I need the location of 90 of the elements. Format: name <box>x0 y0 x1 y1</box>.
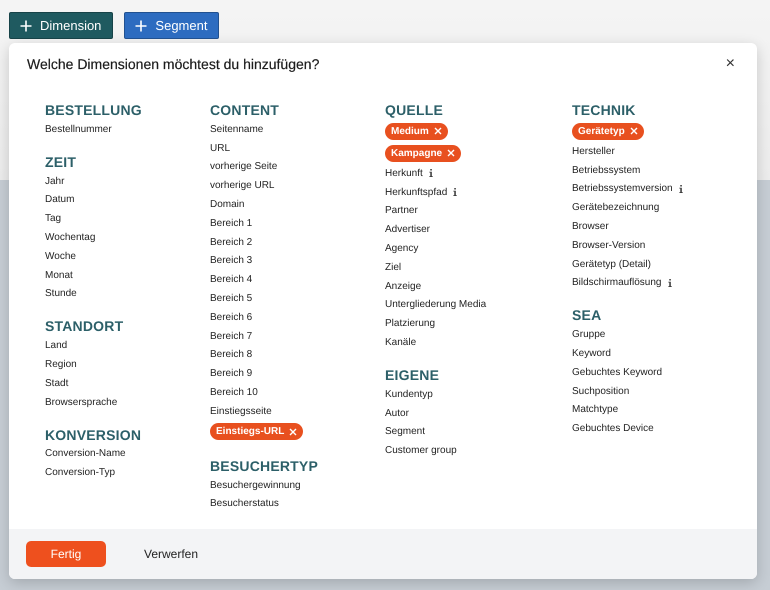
info-icon[interactable] <box>428 169 433 178</box>
selected-dimension-chip[interactable]: Kampagne <box>385 144 462 162</box>
group-heading: BESUCHERTYP <box>210 456 319 476</box>
dimension-item[interactable]: Suchposition <box>572 386 630 397</box>
dimension-item[interactable]: Monat <box>45 270 73 281</box>
dimension-item[interactable]: Bereich 8 <box>210 349 252 360</box>
dimension-item[interactable]: URL <box>210 142 230 154</box>
selected-dimension-chip[interactable]: Einstiegs-URL <box>210 423 304 440</box>
dimension-item[interactable]: Partner <box>385 205 418 216</box>
dimension-item[interactable]: Platzierung <box>385 318 436 330</box>
dimension-item[interactable]: Domain <box>210 199 244 210</box>
dimension-item[interactable]: Bereich 6 <box>210 312 252 323</box>
dimension-item[interactable]: Ziel <box>385 262 402 273</box>
dimension-item[interactable]: Wochentag <box>45 232 96 244</box>
info-icon[interactable] <box>453 188 458 196</box>
selected-dimension-chip[interactable]: Gerätetyp <box>572 122 644 140</box>
dimension-item[interactable]: Bereich 3 <box>210 255 252 266</box>
dimension-item[interactable]: Betriebssystemversion <box>572 183 673 194</box>
dimension-item[interactable]: Advertiser <box>385 224 430 236</box>
dimension-item[interactable]: vorherige URL <box>210 180 274 192</box>
group-heading: BESTELLUNG <box>45 101 143 120</box>
dimension-item[interactable]: Agency <box>385 243 418 254</box>
dimension-item[interactable]: Region <box>45 359 77 370</box>
group-heading: STANDORT <box>45 317 124 336</box>
selected-dimension-chip[interactable]: Medium <box>385 122 448 140</box>
group-heading: QUELLE <box>385 101 444 120</box>
dimension-item[interactable]: Tag <box>45 213 62 224</box>
group-heading: CONTENT <box>210 101 280 120</box>
group-heading: ZEIT <box>45 152 78 172</box>
dimension-item[interactable]: Untergliederung Media <box>385 299 486 310</box>
dimension-item[interactable]: Browser-Version <box>572 240 646 251</box>
plus-icon <box>20 20 32 32</box>
remove-icon[interactable] <box>447 149 456 157</box>
dimension-item[interactable]: Bereich 2 <box>210 236 252 248</box>
dimension-item[interactable]: Bildschirmauflösung <box>572 277 662 288</box>
dimension-item[interactable]: Kundentyp <box>385 388 433 400</box>
dimension-item[interactable]: Bereich 7 <box>210 330 252 342</box>
dialog-title: Welche Dimensionen möchtest du hinzufügen? <box>27 56 320 72</box>
dimension-item[interactable]: Bereich 4 <box>210 274 252 286</box>
dimension-item[interactable]: Gebuchtes Keyword <box>572 366 662 378</box>
group-heading: EIGENE <box>385 366 440 385</box>
dimension-item[interactable]: Gebuchtes Device <box>572 423 654 434</box>
dimension-item[interactable]: Anzeige <box>385 280 422 292</box>
done-button[interactable]: Fertig <box>26 541 106 567</box>
dimension-item[interactable]: Herkunft <box>385 168 423 179</box>
dimension-item[interactable]: Customer group <box>385 445 457 456</box>
info-icon[interactable] <box>668 278 672 287</box>
group-heading: SEA <box>572 306 602 326</box>
dimension-item[interactable]: Stadt <box>45 378 68 389</box>
remove-icon[interactable] <box>434 127 442 135</box>
group-heading: TECHNIK <box>572 101 637 120</box>
dimension-item[interactable]: Seitenname <box>210 124 264 135</box>
dimension-item[interactable]: Browsersprache <box>45 396 118 408</box>
dimension-item[interactable]: Besuchergewinnung <box>210 480 301 491</box>
dimension-item[interactable]: Woche <box>45 250 76 262</box>
info-icon[interactable] <box>678 184 683 193</box>
group-heading: KONVERSION <box>45 426 142 445</box>
dimension-item[interactable]: Keyword <box>572 348 611 360</box>
dimension-item[interactable]: Gerätetyp (Detail) <box>572 258 651 270</box>
dimension-item[interactable]: vorherige Seite <box>210 161 278 172</box>
dimension-item[interactable]: Jahr <box>45 176 64 187</box>
dimension-item[interactable]: Herkunftspfad <box>385 186 448 198</box>
dimension-item[interactable]: Kanäle <box>385 337 416 348</box>
close-button[interactable]: × <box>722 56 739 72</box>
dimension-item[interactable]: Datum <box>45 194 74 206</box>
dimension-item[interactable]: Gerätebezeichnung <box>572 202 660 214</box>
remove-icon[interactable] <box>289 428 298 436</box>
dimension-item[interactable]: Browser <box>572 221 609 232</box>
discard-button[interactable]: Verwerfen <box>144 541 198 567</box>
add-dimension-button[interactable]: Dimension <box>9 12 114 39</box>
dimension-item[interactable]: Conversion-Name <box>45 448 126 460</box>
dimension-item[interactable]: Bereich 5 <box>210 293 252 304</box>
dimension-item[interactable]: Bereich 10 <box>210 387 258 398</box>
dimension-item[interactable]: Bereich 1 <box>210 218 252 229</box>
dimension-item[interactable]: Conversion-Typ <box>45 467 116 478</box>
dimension-item[interactable]: Land <box>45 340 68 352</box>
remove-icon[interactable] <box>630 127 638 135</box>
dimension-item[interactable]: Bereich 9 <box>210 368 252 380</box>
dimension-item[interactable]: Gruppe <box>572 329 606 340</box>
plus-icon <box>135 20 148 32</box>
dimension-item[interactable]: Segment <box>385 426 426 438</box>
dimension-item[interactable]: Besucherstatus <box>210 498 279 510</box>
dimension-item[interactable]: Hersteller <box>572 146 615 157</box>
dimension-item[interactable]: Betriebssystem <box>572 164 640 176</box>
dimension-item[interactable]: Matchtype <box>572 404 618 416</box>
dimension-item[interactable]: Bestellnummer <box>45 124 112 135</box>
add-segment-button[interactable]: Segment <box>124 12 220 39</box>
dimension-item[interactable]: Einstiegsseite <box>210 406 272 417</box>
dimension-item[interactable]: Autor <box>385 408 409 419</box>
dimension-item[interactable]: Stunde <box>45 288 77 300</box>
